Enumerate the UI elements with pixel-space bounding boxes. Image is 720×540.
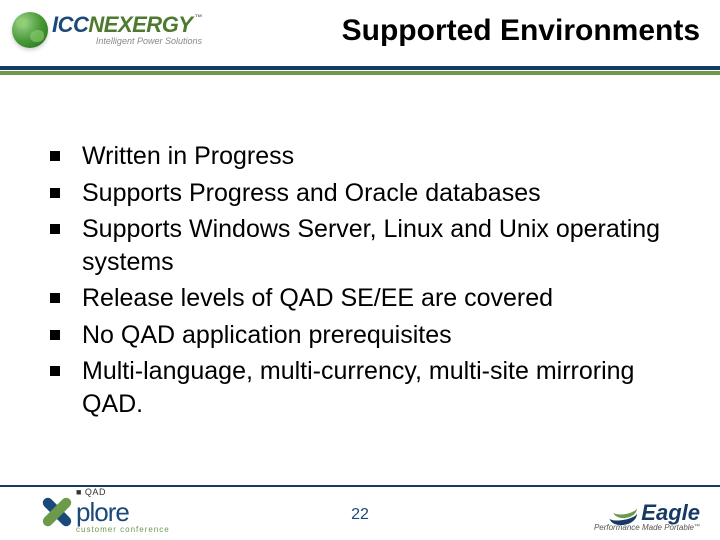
footer: ■ QAD plore customer conference 22 Eagle… [0,485,720,540]
bullet-item: Supports Windows Server, Linux and Unix … [50,213,680,278]
logo-iccnexergy: ICCNEXERGY™ Intelligent Power Solutions [12,12,202,48]
trademark-icon: ™ [694,524,700,530]
bullet-square-icon [50,293,60,303]
divider-bar-navy [0,66,720,70]
header: ICCNEXERGY™ Intelligent Power Solutions … [0,0,720,60]
logo-main-text: ICCNEXERGY™ [52,14,202,36]
explore-x-icon [40,495,74,529]
slide: ICCNEXERGY™ Intelligent Power Solutions … [0,0,720,540]
eagle-main: Eagle [609,502,700,524]
content-area: Written in Progress Supports Progress an… [50,140,680,424]
logo-tagline: Intelligent Power Solutions [52,37,202,46]
logo-eagle: Eagle Performance Made Portable™ [594,502,700,532]
bullet-item: Release levels of QAD SE/EE are covered [50,282,680,315]
bullet-square-icon [50,330,60,340]
bullet-item: Multi-language, multi-currency, multi-si… [50,355,680,420]
trademark-icon: ™ [194,13,202,22]
logo-icc-part: ICC [52,12,88,37]
bullet-item: Supports Progress and Oracle databases [50,177,680,210]
bullet-item: Written in Progress [50,140,680,173]
logo-text: ICCNEXERGY™ Intelligent Power Solutions [52,14,202,46]
slide-title: Supported Environments [342,14,700,48]
logo-nexergy-part: NEXERGY [88,12,192,37]
page-number: 22 [351,506,369,524]
explore-subtitle: customer conference [76,526,170,534]
header-divider [0,66,720,76]
bullet-square-icon [50,188,60,198]
footer-divider [0,485,720,487]
bullet-text: No QAD application prerequisites [82,319,680,352]
eagle-sub-text: Performance Made Portable [594,523,694,532]
divider-bar-green [0,71,720,75]
bullet-text: Written in Progress [82,140,680,173]
bullet-square-icon [50,151,60,161]
bullet-text: Supports Progress and Oracle databases [82,177,680,210]
bullet-square-icon [50,224,60,234]
bullet-square-icon [50,366,60,376]
eagle-swoosh-icon [609,502,639,524]
eagle-word: Eagle [641,502,700,524]
bullet-list: Written in Progress Supports Progress an… [50,140,680,420]
bullet-item: No QAD application prerequisites [50,319,680,352]
eagle-subtitle: Performance Made Portable™ [594,524,700,532]
bullet-text: Multi-language, multi-currency, multi-si… [82,355,680,420]
explore-word: plore [76,499,129,525]
bullet-text: Supports Windows Server, Linux and Unix … [82,213,680,278]
globe-icon [12,12,48,48]
bullet-text: Release levels of QAD SE/EE are covered [82,282,680,315]
explore-main: plore [40,495,170,529]
logo-qad-explore: ■ QAD plore customer conference [40,488,170,534]
